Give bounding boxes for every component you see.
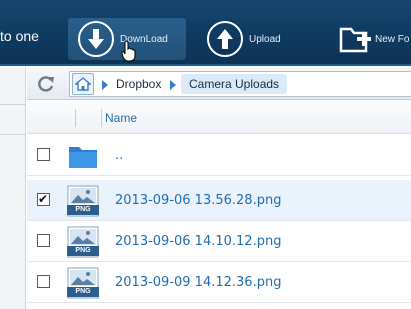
png-file-icon: PNG — [67, 185, 99, 217]
sidebar — [0, 68, 26, 309]
breadcrumb-camera-uploads[interactable]: Camera Uploads — [181, 74, 288, 94]
breadcrumb-separator-icon — [170, 80, 176, 90]
toolbar-left-label[interactable]: to one — [0, 28, 39, 44]
home-icon[interactable] — [72, 73, 94, 95]
png-badge: PNG — [67, 246, 99, 256]
new-folder-icon — [338, 23, 372, 55]
file-row[interactable]: PNG 2013-09-09 14.12.36.png — [27, 262, 411, 303]
row-checkbox[interactable] — [37, 148, 50, 161]
breadcrumb-dropbox[interactable]: Dropbox — [116, 77, 161, 91]
sidebar-divider — [0, 134, 26, 135]
breadcrumb-separator-icon — [102, 80, 108, 90]
file-name[interactable]: 2013-09-06 13.56.28.png — [115, 193, 281, 208]
file-row[interactable]: ✔ PNG 2013-09-06 13.56.28.png — [27, 180, 411, 221]
toolbar: to one DownLoad Upload New Fo — [0, 0, 411, 66]
png-badge: PNG — [67, 287, 99, 297]
new-folder-button[interactable]: New Fo — [338, 18, 411, 60]
file-row[interactable]: PNG 2013-09-06 14.10.12.png — [27, 221, 411, 262]
png-file-icon: PNG — [67, 267, 99, 299]
name-column-header[interactable]: Name — [105, 111, 137, 125]
sidebar-divider — [0, 104, 26, 105]
row-checkbox-checked[interactable]: ✔ — [37, 192, 50, 206]
address-bar: Dropbox Camera Uploads — [27, 68, 411, 100]
file-name[interactable]: 2013-09-09 14.12.36.png — [115, 275, 281, 290]
refresh-icon[interactable] — [37, 75, 55, 93]
path-box: Dropbox Camera Uploads — [69, 71, 411, 97]
folder-icon — [69, 147, 97, 168]
upload-button[interactable]: Upload — [207, 18, 287, 60]
column-divider — [101, 109, 102, 127]
file-row-parent[interactable]: .. — [27, 135, 411, 176]
new-folder-label: New Fo — [375, 33, 410, 45]
row-checkbox[interactable] — [37, 275, 50, 288]
png-file-icon: PNG — [67, 226, 99, 258]
file-list-header: Name — [27, 101, 411, 134]
upload-label: Upload — [249, 33, 281, 45]
png-badge: PNG — [67, 205, 99, 215]
file-name[interactable]: .. — [115, 148, 123, 163]
row-checkbox[interactable] — [37, 234, 50, 247]
column-divider — [75, 109, 76, 127]
download-icon — [78, 21, 114, 57]
checkmark-icon: ✔ — [38, 192, 49, 206]
upload-icon — [207, 21, 243, 57]
file-name[interactable]: 2013-09-06 14.10.12.png — [115, 234, 281, 249]
hand-cursor-icon — [121, 40, 136, 62]
